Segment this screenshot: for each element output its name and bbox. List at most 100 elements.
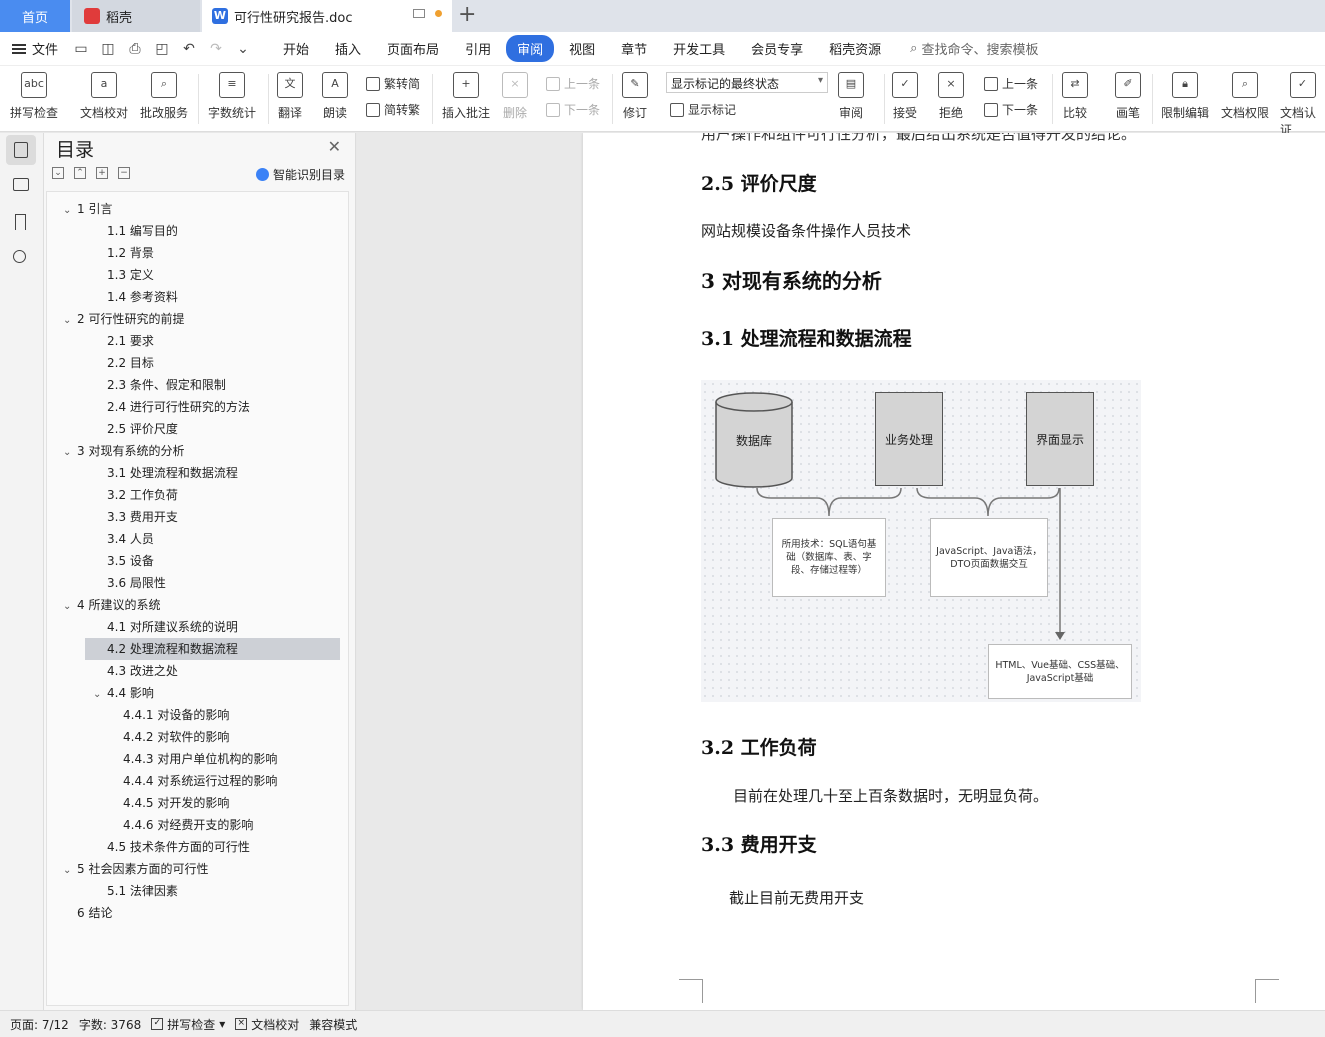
menu-tab-1[interactable]: 插入	[324, 35, 372, 62]
page-indicator[interactable]: 页面: 7/12	[10, 1016, 69, 1033]
menu-tab-9[interactable]: 稻壳资源	[818, 35, 892, 62]
toc-item[interactable]: 1.2 背景	[47, 242, 344, 264]
tab-daoke[interactable]: 稻壳	[72, 0, 200, 32]
toc-item[interactable]: ⌄ 4 所建议的系统	[47, 594, 344, 616]
show-markup-button[interactable]: 显示标记	[670, 101, 736, 118]
toc-item[interactable]: 4.5 技术条件方面的可行性	[47, 836, 344, 858]
doc-cert-button[interactable]: ✓ 文档认证	[1280, 72, 1325, 138]
tab-document[interactable]: W 可行性研究报告.doc	[202, 0, 452, 32]
restrict-edit-button[interactable]: 🔒︎ 限制编辑	[1161, 72, 1209, 121]
menu-tab-5[interactable]: 视图	[558, 35, 606, 62]
spell-check-button[interactable]: abc 拼写检查	[10, 72, 58, 121]
doc-proof-button[interactable]: a 文档校对	[80, 72, 128, 121]
bookmark-panel-button[interactable]	[15, 214, 33, 232]
prev-change-button[interactable]: 上一条	[984, 75, 1038, 92]
toc-item[interactable]: 4.3 改进之处	[47, 660, 344, 682]
toc-item[interactable]: 3.1 处理流程和数据流程	[47, 462, 344, 484]
toc-item[interactable]: ⌄ 1 引言	[47, 198, 344, 220]
compare-button[interactable]: ⇄ 比较	[1062, 72, 1088, 121]
toc-panel-button[interactable]	[14, 142, 32, 160]
toc-item[interactable]: 3.5 设备	[47, 550, 344, 572]
toc-item[interactable]: 4.4.1 对设备的影响	[47, 704, 344, 726]
to-traditional-button[interactable]: 繁转简	[366, 75, 420, 92]
new-tab-button[interactable]: +	[458, 2, 476, 27]
toc-item[interactable]: 4.4.6 对经费开支的影响	[47, 814, 344, 836]
file-menu[interactable]: 文件	[12, 39, 58, 58]
toc-item[interactable]: 4.4.4 对系统运行过程的影响	[47, 770, 344, 792]
expand-up-icon[interactable]: ⌃	[74, 167, 86, 179]
pen-button[interactable]: ✐ 画笔	[1115, 72, 1141, 121]
menu-tab-4[interactable]: 审阅	[506, 35, 555, 62]
customize-icon[interactable]: ⌄	[234, 41, 252, 57]
document-page[interactable]: 用户操作和组件可行性分析，最后给出系统是否值得开发的结论。 2.5 评价尺度 网…	[583, 133, 1325, 1010]
word-count-button[interactable]: ≡ 字数统计	[208, 72, 256, 121]
toc-item[interactable]: ⌄ 4.4 影响	[47, 682, 344, 704]
smart-toc-button[interactable]: 智能识别目录	[255, 166, 345, 183]
toc-item[interactable]: 1.3 定义	[47, 264, 344, 286]
tab-home[interactable]: 首页	[0, 0, 70, 32]
menu-tab-6[interactable]: 章节	[610, 35, 658, 62]
toc-item[interactable]: 1.4 参考资料	[47, 286, 344, 308]
word-count-indicator[interactable]: 字数: 3768	[79, 1016, 141, 1033]
doc-rights-button[interactable]: ⌕ 文档权限	[1221, 72, 1269, 121]
review-pane-button[interactable]: ▤ 审阅	[838, 72, 864, 121]
toc-item[interactable]: 2.4 进行可行性研究的方法	[47, 396, 344, 418]
toc-item[interactable]: 3.2 工作负荷	[47, 484, 344, 506]
menu-tab-0[interactable]: 开始	[272, 35, 320, 62]
toc-item[interactable]: 4.1 对所建议系统的说明	[47, 616, 344, 638]
chevron-down-icon[interactable]: ⌄	[63, 310, 73, 332]
print-preview-icon[interactable]: ◰	[153, 41, 171, 57]
monitor-icon[interactable]	[413, 9, 425, 18]
translate-button[interactable]: 文翻译	[277, 72, 303, 121]
toc-item[interactable]: 3.6 局限性	[47, 572, 344, 594]
next-change-button[interactable]: 下一条	[984, 101, 1038, 118]
add-level-icon[interactable]: +	[96, 167, 108, 179]
save-icon[interactable]: ▭	[72, 41, 90, 57]
menu-tab-7[interactable]: 开发工具	[662, 35, 736, 62]
toc-item[interactable]: ⌄ 2 可行性研究的前提	[47, 308, 344, 330]
reject-button[interactable]: × 拒绝	[938, 72, 964, 121]
toc-item[interactable]: 1.1 编写目的	[47, 220, 344, 242]
menu-tab-3[interactable]: 引用	[454, 35, 502, 62]
chevron-down-icon[interactable]: ⌄	[63, 200, 73, 222]
find-panel-button[interactable]	[13, 250, 31, 268]
document-area[interactable]: 用户操作和组件可行性分析，最后给出系统是否值得开发的结论。 2.5 评价尺度 网…	[357, 133, 1325, 1010]
command-search[interactable]: ⌕ 查找命令、搜索模板	[910, 39, 1038, 58]
redo-icon[interactable]: ↷	[207, 41, 225, 57]
toc-item[interactable]: 3.4 人员	[47, 528, 344, 550]
prev-comment-button[interactable]: 上一条	[546, 75, 600, 92]
toc-item[interactable]: 4.4.2 对软件的影响	[47, 726, 344, 748]
menu-tab-2[interactable]: 页面布局	[376, 35, 450, 62]
toc-item[interactable]: 2.2 目标	[47, 352, 344, 374]
export-pdf-icon[interactable]: ◫	[99, 41, 117, 57]
doc-proof-status[interactable]: × 文档校对	[235, 1016, 299, 1033]
close-icon[interactable]: ✕	[328, 137, 341, 156]
read-aloud-button[interactable]: A 朗读	[322, 72, 348, 121]
delete-comment-button[interactable]: × 删除	[502, 72, 528, 121]
toc-item[interactable]: 5.1 法律因素	[47, 880, 344, 902]
toc-item[interactable]: 6 结论	[47, 902, 344, 924]
track-changes-button[interactable]: ✎ 修订	[622, 72, 648, 121]
toc-item[interactable]: 2.1 要求	[47, 330, 344, 352]
toc-item[interactable]: 3.3 费用开支	[47, 506, 344, 528]
spell-check-status[interactable]: ✓ 拼写检查 ▾	[151, 1016, 225, 1033]
toc-item[interactable]: ⌄ 3 对现有系统的分析	[47, 440, 344, 462]
next-comment-button[interactable]: 下一条	[546, 101, 600, 118]
accept-button[interactable]: ✓ 接受	[892, 72, 918, 121]
collapse-all-icon[interactable]: ⌄	[52, 167, 64, 179]
remove-level-icon[interactable]: −	[118, 167, 130, 179]
batch-service-button[interactable]: ⌕ 批改服务	[140, 72, 188, 121]
print-icon[interactable]: ⎙	[126, 41, 144, 57]
chevron-down-icon[interactable]: ⌄	[63, 596, 73, 618]
markup-state-select[interactable]: 显示标记的最终状态	[666, 72, 828, 93]
to-simplified-button[interactable]: 简转繁	[366, 101, 420, 118]
toc-item[interactable]: 4.2 处理流程和数据流程	[85, 638, 340, 660]
insert-comment-button[interactable]: + 插入批注	[442, 72, 490, 121]
toc-item[interactable]: 4.4.3 对用户单位机构的影响	[47, 748, 344, 770]
undo-icon[interactable]: ↶	[180, 41, 198, 57]
toc-item[interactable]: 2.5 评价尺度	[47, 418, 344, 440]
toc-item[interactable]: 2.3 条件、假定和限制	[47, 374, 344, 396]
navigation-panel-button[interactable]	[13, 178, 31, 196]
chevron-down-icon[interactable]: ⌄	[63, 442, 73, 464]
menu-tab-8[interactable]: 会员专享	[740, 35, 814, 62]
